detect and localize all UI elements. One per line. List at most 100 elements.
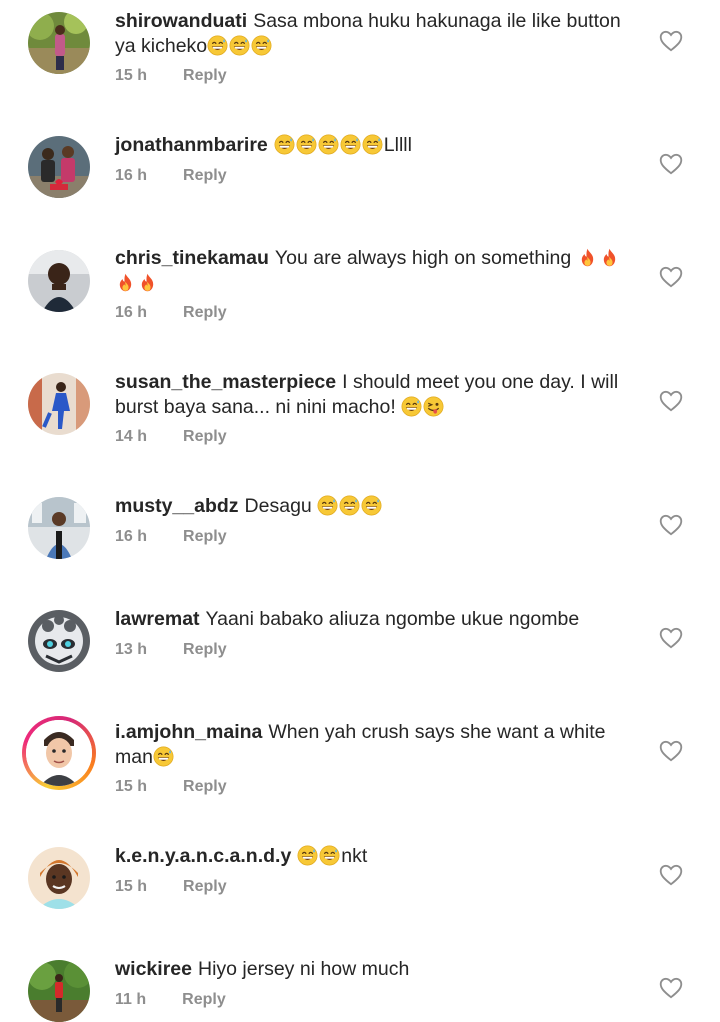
comment-timestamp: 13 h: [115, 641, 148, 658]
comment-meta: 16 h Reply: [115, 167, 227, 185]
emoji-group: [401, 396, 445, 418]
comment-username[interactable]: wickiree: [115, 958, 192, 980]
heart-icon: [659, 740, 683, 762]
like-button[interactable]: [658, 975, 684, 1001]
comment-timestamp: 11 h: [115, 991, 147, 1008]
comment-timestamp: 15 h: [115, 878, 148, 895]
comment-meta: 15 h Reply: [115, 878, 227, 896]
avatar[interactable]: [28, 250, 90, 312]
comment-username[interactable]: susan_the_masterpiece: [115, 371, 336, 393]
winking-tongue-icon: [423, 396, 444, 417]
comment-meta: 11 h Reply: [115, 991, 226, 1009]
heart-icon: [659, 30, 683, 52]
avatar: [26, 720, 92, 786]
grin-sweat-icon: [361, 495, 382, 516]
comment-timestamp: 15 h: [115, 67, 148, 84]
comment-username[interactable]: lawremat: [115, 608, 200, 630]
comment-username[interactable]: k.e.n.y.a.n.c.a.n.d.y: [115, 845, 291, 867]
grin-sweat-icon: [207, 35, 228, 56]
grin-sweat-icon: [297, 845, 318, 866]
comment-timestamp: 14 h: [115, 428, 148, 445]
comment-text: Yaani babako aliuza ngombe ukue ngombe: [205, 608, 580, 630]
comment-text: Hiyo jersey ni how much: [197, 958, 410, 980]
comment-username[interactable]: i.amjohn_maina: [115, 721, 262, 743]
reply-button[interactable]: Reply: [183, 528, 227, 545]
comment-meta: 14 h Reply: [115, 428, 227, 446]
like-button[interactable]: [658, 512, 684, 538]
like-button[interactable]: [658, 264, 684, 290]
avatar[interactable]: [28, 610, 90, 672]
like-button[interactable]: [658, 738, 684, 764]
avatar-story-ring[interactable]: [22, 716, 96, 790]
comment-body: chris_tinekamau You are always high on so…: [115, 246, 635, 296]
reply-button[interactable]: Reply: [183, 67, 227, 84]
comment-meta: 15 h Reply: [115, 67, 227, 85]
grin-sweat-icon: [401, 396, 422, 417]
avatar[interactable]: [28, 12, 90, 74]
reply-button[interactable]: Reply: [183, 428, 227, 445]
reply-button[interactable]: Reply: [183, 878, 227, 895]
comment-text: Desagu: [244, 495, 318, 517]
comment-username[interactable]: musty__abdz: [115, 495, 239, 517]
comment-body: shirowanduati Sasa mbona huku hakunaga il…: [115, 9, 635, 59]
emoji-group: [153, 746, 175, 768]
comment-username[interactable]: jonathanmbarire: [115, 134, 268, 156]
avatar[interactable]: [28, 960, 90, 1022]
comment-text-suffix: Lllll: [383, 134, 412, 156]
heart-icon: [659, 390, 683, 412]
reply-button[interactable]: Reply: [183, 641, 227, 658]
comment-body: wickiree Hiyo jersey ni how much: [115, 957, 635, 982]
comment-timestamp: 16 h: [115, 304, 148, 321]
comment-body: lawremat Yaani babako aliuza ngombe ukue …: [115, 607, 635, 632]
avatar[interactable]: [28, 847, 90, 909]
reply-button[interactable]: Reply: [183, 167, 227, 184]
comment-meta: 15 h Reply: [115, 778, 227, 796]
grin-sweat-icon: [274, 134, 295, 155]
comment-meta: 16 h Reply: [115, 304, 227, 322]
comment-username[interactable]: shirowanduati: [115, 10, 247, 32]
comment-meta: 13 h Reply: [115, 641, 227, 659]
comment-timestamp: 16 h: [115, 167, 148, 184]
grin-sweat-icon: [362, 134, 383, 155]
like-button[interactable]: [658, 28, 684, 54]
grin-sweat-icon: [229, 35, 250, 56]
reply-button[interactable]: Reply: [183, 304, 227, 321]
comment-text: You are always high on something: [274, 247, 577, 269]
comment-body: k.e.n.y.a.n.c.a.n.d.y nkt: [115, 844, 635, 869]
grin-sweat-icon: [317, 495, 338, 516]
comment-username[interactable]: chris_tinekamau: [115, 247, 269, 269]
heart-icon: [659, 864, 683, 886]
comment-timestamp: 15 h: [115, 778, 148, 795]
grin-sweat-icon: [296, 134, 317, 155]
avatar[interactable]: [28, 497, 90, 559]
grin-sweat-icon: [153, 746, 174, 767]
grin-sweat-icon: [319, 845, 340, 866]
fire-icon: [137, 272, 158, 293]
like-button[interactable]: [658, 388, 684, 414]
heart-icon: [659, 627, 683, 649]
reply-button[interactable]: Reply: [183, 778, 227, 795]
comment-body: susan_the_masterpiece I should meet you o…: [115, 370, 635, 420]
emoji-group: [297, 845, 341, 867]
reply-button[interactable]: Reply: [182, 991, 226, 1008]
emoji-group: [317, 495, 383, 517]
heart-icon: [659, 153, 683, 175]
grin-sweat-icon: [251, 35, 272, 56]
avatar[interactable]: [28, 373, 90, 435]
like-button[interactable]: [658, 862, 684, 888]
comment-timestamp: 16 h: [115, 528, 148, 545]
heart-icon: [659, 266, 683, 288]
comment-body: i.amjohn_maina When yah crush says she wa…: [115, 720, 635, 770]
heart-icon: [659, 977, 683, 999]
comment-body: jonathanmbarire Lllll: [115, 133, 635, 158]
emoji-group: [274, 134, 384, 156]
avatar[interactable]: [28, 136, 90, 198]
fire-icon: [599, 247, 620, 268]
comment-meta: 16 h Reply: [115, 528, 227, 546]
like-button[interactable]: [658, 151, 684, 177]
grin-sweat-icon: [318, 134, 339, 155]
fire-icon: [115, 272, 136, 293]
like-button[interactable]: [658, 625, 684, 651]
grin-sweat-icon: [339, 495, 360, 516]
fire-icon: [577, 247, 598, 268]
